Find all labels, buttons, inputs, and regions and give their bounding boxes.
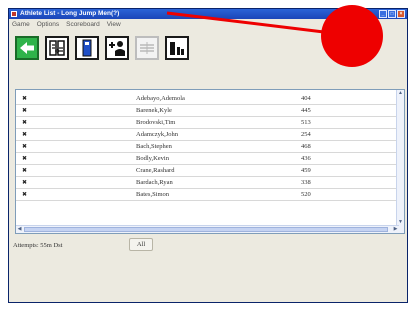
bar-column-icon [82,39,92,57]
app-icon [11,11,17,17]
remove-icon[interactable]: ✖ [22,117,27,129]
athlete-number: 520 [301,191,311,198]
horizontal-scrollbar[interactable]: ◀ ▶ [16,225,399,233]
all-button[interactable]: All [129,238,153,251]
athlete-list[interactable]: ✖ Adebayo,Ademola 404 ✖ Barenek,Kyle 445… [15,89,405,234]
menu-game[interactable]: Game [12,20,30,29]
menu-scoreboard[interactable]: Scoreboard [66,20,100,29]
add-athlete-icon [109,41,125,56]
athlete-name: Crane,Rashard [136,167,175,174]
back-arrow-icon [20,42,34,54]
menu-options[interactable]: Options [37,20,59,29]
athlete-number: 436 [301,155,311,162]
scroll-left-icon[interactable]: ◀ [16,226,23,233]
athlete-name: Bardach,Ryan [136,179,173,186]
remove-icon[interactable]: ✖ [22,189,27,201]
minimize-button[interactable]: _ [379,10,387,18]
athlete-name: Bach,Stephen [136,143,172,150]
remove-icon[interactable]: ✖ [22,165,27,177]
swap-athlete-button[interactable] [45,36,69,60]
remove-icon[interactable]: ✖ [22,93,27,105]
athlete-rows: ✖ Adebayo,Ademola 404 ✖ Barenek,Kyle 445… [16,93,399,201]
results-chart-icon [170,42,184,55]
table-row[interactable]: ✖ Bates,Simon 520 [16,189,399,201]
remove-icon[interactable]: ✖ [22,105,27,117]
toolbar [15,33,189,63]
athlete-number: 338 [301,179,311,186]
table-row[interactable]: ✖ Adebayo,Ademola 404 [16,93,399,105]
attempts-label: Attempts: 55m Dst [13,242,63,249]
athlete-number: 459 [301,167,311,174]
table-row[interactable]: ✖ Bodly,Kevin 436 [16,153,399,165]
athlete-name: Barenek,Kyle [136,107,172,114]
athlete-name: Adamczyk,John [136,131,179,138]
menu-view[interactable]: View [107,20,121,29]
table-row[interactable]: ✖ Barenek,Kyle 445 [16,105,399,117]
remove-icon[interactable]: ✖ [22,177,27,189]
table-row[interactable]: ✖ Bach,Stephen 468 [16,141,399,153]
athlete-name: Adebayo,Ademola [136,95,185,102]
athlete-name: Brodovski,Tim [136,119,176,126]
horizontal-scroll-thumb[interactable] [24,227,388,232]
athlete-name: Bodly,Kevin [136,155,169,162]
column-button[interactable] [75,36,99,60]
window-title: Athlete List - Long Jump Men(?) [20,10,120,17]
scroll-up-icon[interactable]: ▲ [397,90,404,97]
athlete-number: 513 [301,119,311,126]
results-button[interactable] [165,36,189,60]
table-row[interactable]: ✖ Crane,Rashard 459 [16,165,399,177]
reorder-icon [140,42,154,54]
remove-icon[interactable]: ✖ [22,153,27,165]
maximize-button[interactable]: □ [388,10,396,18]
remove-icon[interactable]: ✖ [22,141,27,153]
add-athlete-button[interactable] [105,36,129,60]
vertical-scrollbar[interactable]: ▲ ▼ [396,90,404,233]
back-button[interactable] [15,36,39,60]
scroll-right-icon[interactable]: ▶ [392,226,399,233]
table-row[interactable]: ✖ Adamczyk,John 254 [16,129,399,141]
athlete-number: 468 [301,143,311,150]
athlete-swap-icon [49,40,65,56]
table-row[interactable]: ✖ Brodovski,Tim 513 [16,117,399,129]
reorder-button[interactable] [135,36,159,60]
close-button[interactable]: × [397,10,405,18]
athlete-name: Bates,Simon [136,191,170,198]
table-row[interactable]: ✖ Bardach,Ryan 338 [16,177,399,189]
athlete-number: 445 [301,107,311,114]
window-controls: _ □ × [379,10,405,18]
athlete-number: 254 [301,131,311,138]
remove-icon[interactable]: ✖ [22,129,27,141]
athlete-number: 404 [301,95,311,102]
annotation-circle [321,5,383,67]
